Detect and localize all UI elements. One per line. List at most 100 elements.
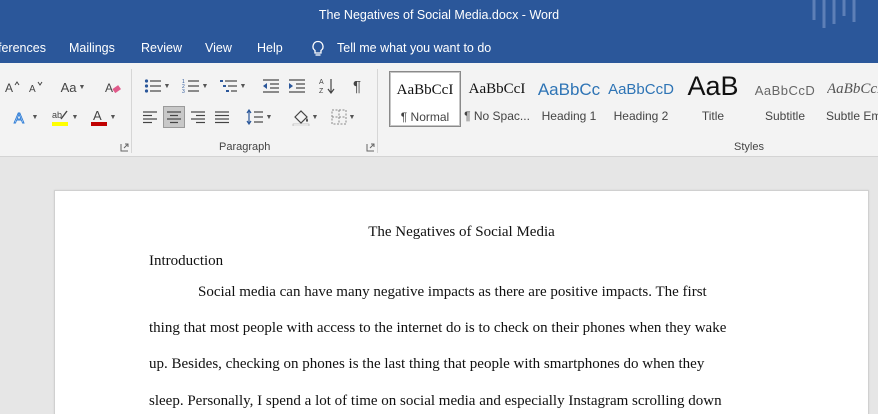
tab-review[interactable]: Review (141, 41, 182, 55)
style-subtle-emphasis[interactable]: AaBbCcD Subtle Em (821, 71, 878, 127)
tab-references[interactable]: ferences (0, 41, 46, 55)
paint-bucket-icon (292, 110, 309, 126)
document-canvas[interactable]: The Negatives of Social Media Introducti… (0, 158, 878, 414)
style-sample: AaBbCc (537, 80, 601, 99)
line-spacing-icon (246, 109, 263, 125)
paragraph-dialog-launcher-icon[interactable] (366, 143, 375, 152)
show-formatting-button[interactable]: ¶ (346, 76, 368, 96)
chevron-down-icon: ▼ (311, 113, 319, 121)
svg-text:A: A (14, 110, 24, 126)
align-center-button[interactable] (163, 106, 185, 128)
numbering-button[interactable]: 123 ▼ (178, 76, 212, 96)
change-case-button[interactable]: Aa ▼ (56, 77, 90, 97)
bullets-button[interactable]: ▼ (140, 76, 174, 96)
svg-text:A: A (93, 108, 102, 123)
shrink-font-button[interactable]: A (28, 77, 44, 97)
justify-button[interactable] (212, 107, 232, 127)
style-name: Subtitle (764, 109, 806, 123)
font-color-button[interactable]: A ▼ (86, 107, 120, 127)
style-heading-1[interactable]: AaBbCc Heading 1 (533, 71, 605, 127)
increase-indent-icon (289, 79, 305, 93)
window-title: The Negatives of Social Media.docx - Wor… (318, 8, 560, 22)
increase-indent-button[interactable] (286, 76, 308, 96)
text-effects-button[interactable]: A ▼ (8, 107, 42, 127)
document-title[interactable]: The Negatives of Social Media (55, 224, 868, 241)
svg-text:3: 3 (182, 89, 185, 94)
chevron-down-icon: ▼ (109, 113, 117, 121)
style-subtitle[interactable]: AaBbCcD Subtitle (749, 71, 821, 127)
style-name: Subtle Em (826, 109, 878, 123)
align-right-button[interactable] (188, 107, 208, 127)
paragraph-line[interactable]: thing that most people with access to th… (149, 320, 726, 337)
shading-button[interactable]: ▼ (288, 107, 322, 127)
justify-icon (215, 111, 229, 124)
group-separator (377, 69, 378, 153)
group-separator (131, 69, 132, 153)
ribbon: A A Aa ▼ A A ▼ ab ▼ A ▼ ▼ 1 2 3 ▼ ▼ A Z … (0, 63, 878, 157)
decrease-indent-icon (263, 79, 279, 93)
chevron-down-icon: ▼ (348, 113, 356, 121)
line-spacing-button[interactable]: ▼ (242, 107, 276, 127)
font-color-icon: A (90, 108, 107, 126)
tab-mailings[interactable]: Mailings (69, 41, 115, 55)
paragraph-group-label: Paragraph (219, 141, 271, 153)
title-bar: The Negatives of Social Media.docx - Wor… (0, 0, 878, 33)
chevron-down-icon: ▼ (31, 113, 39, 121)
tell-me-search[interactable]: Tell me what you want to do (337, 41, 491, 55)
style-name: ¶ Normal (400, 110, 450, 124)
chevron-down-icon: ▼ (201, 82, 209, 90)
style-name: Title (701, 109, 725, 123)
decrease-indent-button[interactable] (260, 76, 282, 96)
grow-font-icon: A (5, 81, 20, 95)
style-name: Heading 1 (541, 109, 597, 123)
pilcrow-icon: ¶ (352, 77, 362, 95)
paragraph-line[interactable]: Social media can have many negative impa… (198, 284, 707, 301)
font-dialog-launcher-icon[interactable] (120, 143, 129, 152)
paragraph-line[interactable]: up. Besides, checking on phones is the l… (149, 356, 704, 373)
decorative-pattern-icon (812, 0, 856, 28)
align-center-icon (167, 111, 181, 124)
section-heading[interactable]: Introduction (149, 253, 223, 270)
document-page[interactable]: The Negatives of Social Media Introducti… (54, 190, 869, 414)
tab-view[interactable]: View (205, 41, 232, 55)
borders-button[interactable]: ▼ (326, 107, 360, 127)
svg-text:A: A (29, 84, 36, 95)
chevron-down-icon: ▼ (78, 83, 86, 91)
style-name: Heading 2 (613, 109, 669, 123)
bullet-list-icon (144, 79, 161, 93)
style-heading-2[interactable]: AaBbCcD Heading 2 (605, 71, 677, 127)
svg-text:A: A (5, 81, 13, 95)
grow-font-button[interactable]: A (4, 77, 20, 97)
style-sample: AaBbCcD (754, 83, 816, 98)
chevron-down-icon: ▼ (71, 113, 79, 121)
align-right-icon (191, 111, 205, 124)
style-sample: AaBbCcI (468, 81, 526, 97)
multilevel-list-icon (219, 80, 237, 92)
paragraph-line[interactable]: sleep. Personally, I spend a lot of time… (149, 393, 722, 410)
style-normal[interactable]: AaBbCcI ¶ Normal (389, 71, 461, 127)
change-case-label: Aa (60, 79, 77, 95)
lightbulb-icon[interactable] (310, 40, 326, 57)
style-name: ¶ No Spac... (464, 109, 530, 123)
style-sample: AaBbCcI (396, 82, 454, 98)
clear-formatting-button[interactable]: A (102, 77, 124, 97)
borders-icon (331, 109, 347, 125)
tab-help[interactable]: Help (257, 41, 283, 55)
align-left-button[interactable] (140, 107, 160, 127)
highlight-color-button[interactable]: ab ▼ (46, 107, 82, 127)
highlighter-icon: ab (51, 110, 68, 126)
numbered-list-icon: 123 (182, 79, 199, 94)
style-sample: AaBbCcD (608, 81, 674, 98)
style-sample: AaBbCcD (827, 81, 878, 97)
chevron-down-icon: ▼ (163, 82, 171, 90)
ribbon-tabs: ferences Mailings Review View Help Tell … (0, 33, 878, 63)
style-sample: AaB (687, 71, 739, 101)
style-title[interactable]: AaB Title (677, 71, 749, 127)
svg-text:A: A (319, 79, 324, 86)
text-effects-icon: A (13, 110, 24, 126)
sort-az-icon: AZ (319, 79, 335, 95)
multilevel-list-button[interactable]: ▼ (216, 76, 250, 96)
sort-button[interactable]: AZ (316, 76, 338, 96)
style-no-spacing[interactable]: AaBbCcI ¶ No Spac... (461, 71, 533, 127)
clear-formatting-icon: A (105, 81, 121, 95)
